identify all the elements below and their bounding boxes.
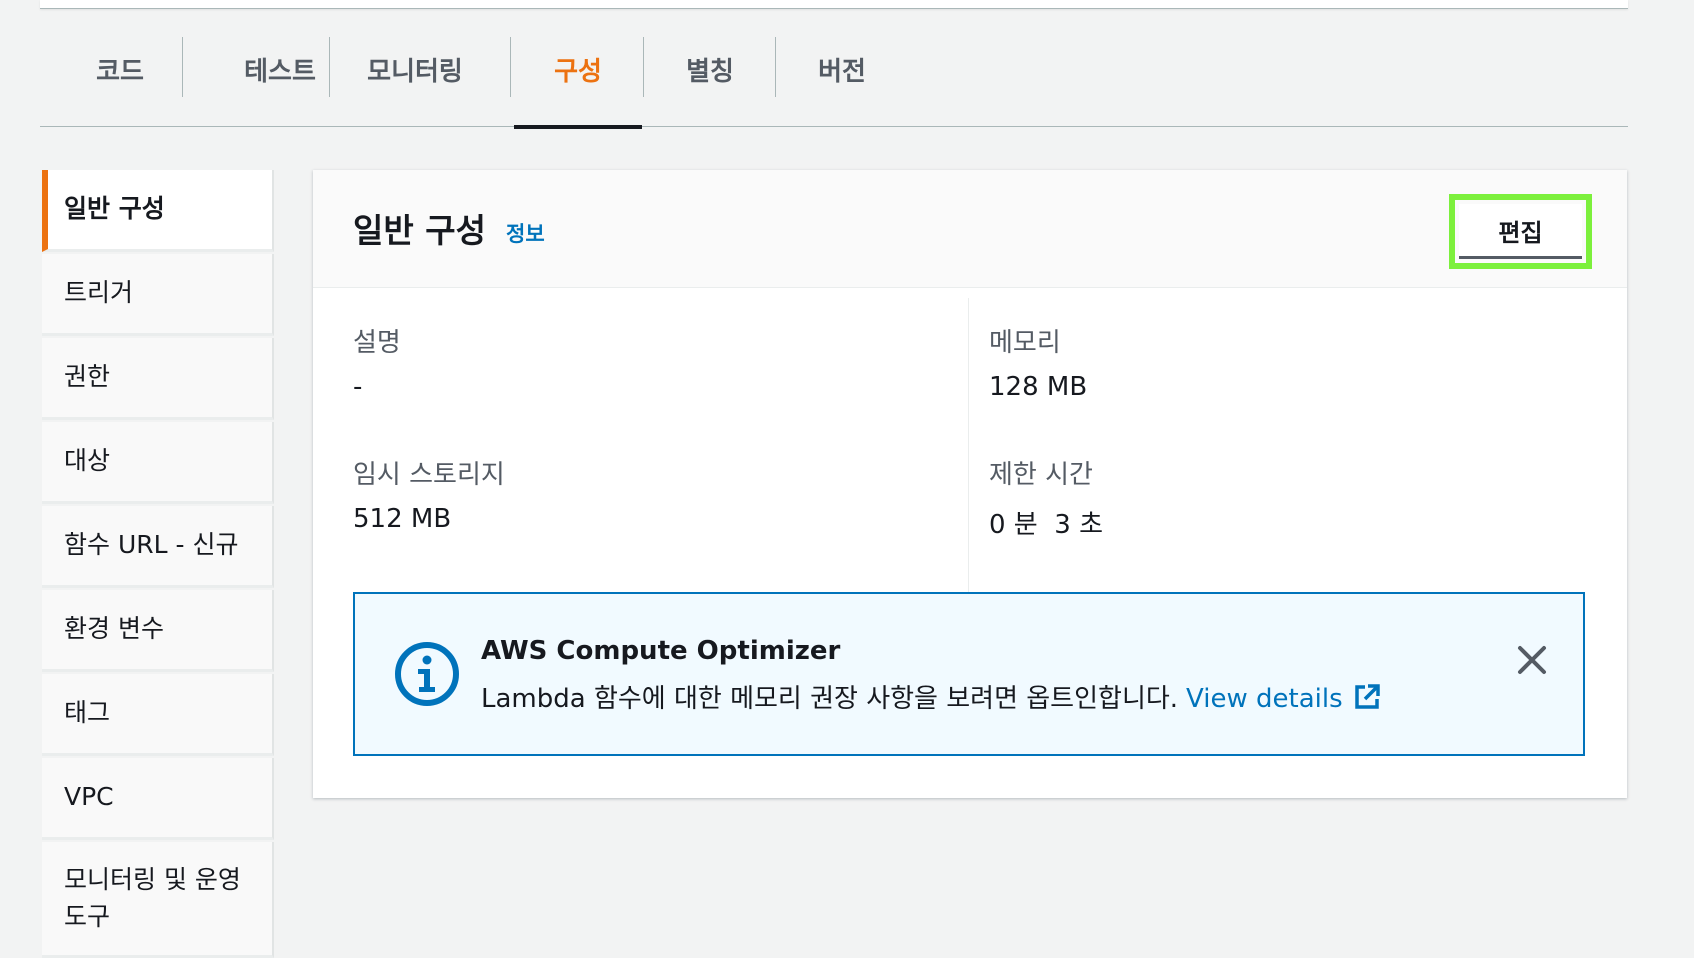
edit-button[interactable]: 편집 xyxy=(1459,204,1582,259)
description-value: - xyxy=(353,372,363,402)
alert-body: Lambda 함수에 대한 메모리 권장 사항을 보려면 옵트인합니다. View… xyxy=(481,678,1381,715)
tab-separator xyxy=(182,37,183,97)
tab-separator xyxy=(329,37,330,97)
side-item-vpc[interactable]: VPC xyxy=(42,758,274,840)
ephemeral-storage-value: 512 MB xyxy=(353,504,452,534)
edit-button-highlight: 편집 xyxy=(1449,194,1592,269)
ephemeral-storage-label: 임시 스토리지 xyxy=(353,460,505,490)
side-item-permissions[interactable]: 권한 xyxy=(42,338,274,420)
tab-bar: 코드 테스트 모니터링 구성 별칭 버전 xyxy=(40,35,1628,129)
alert-title: AWS Compute Optimizer xyxy=(481,636,841,666)
tab-separator xyxy=(510,37,511,97)
tab-code[interactable]: 코드 xyxy=(70,35,170,127)
external-link-icon xyxy=(1354,684,1380,709)
side-item-env-vars[interactable]: 환경 변수 xyxy=(42,590,274,672)
tab-aliases[interactable]: 별칭 xyxy=(645,35,775,127)
side-item-monitoring-tools[interactable]: 모니터링 및 운영 도구 xyxy=(42,842,274,958)
memory-value: 128 MB xyxy=(989,372,1088,402)
side-item-tags[interactable]: 태그 xyxy=(42,674,274,756)
side-item-general[interactable]: 일반 구성 xyxy=(42,170,274,252)
tab-versions[interactable]: 버전 xyxy=(777,35,907,127)
tab-separator xyxy=(643,37,644,97)
memory-label: 메모리 xyxy=(989,328,1061,358)
description-label: 설명 xyxy=(353,328,401,358)
tab-separator xyxy=(775,37,776,97)
alert-message: Lambda 함수에 대한 메모리 권장 사항을 보려면 옵트인합니다. xyxy=(481,684,1179,714)
panel-header: 일반 구성 정보 편집 xyxy=(313,170,1627,288)
tab-configuration[interactable]: 구성 xyxy=(514,35,642,129)
view-details-link[interactable]: View details xyxy=(1186,684,1381,714)
close-icon[interactable] xyxy=(1510,638,1554,682)
side-item-monitoring-tools-line2: 도구 xyxy=(64,901,111,931)
compute-optimizer-alert: AWS Compute Optimizer Lambda 함수에 대한 메모리 … xyxy=(353,592,1585,756)
side-item-function-url[interactable]: 함수 URL - 신규 xyxy=(42,506,274,588)
side-item-triggers[interactable]: 트리거 xyxy=(42,254,274,336)
panel-title: 일반 구성 xyxy=(353,211,486,250)
top-panel-edge xyxy=(40,0,1628,9)
side-item-destinations[interactable]: 대상 xyxy=(42,422,274,504)
side-item-monitoring-tools-line1: 모니터링 및 운영 xyxy=(64,865,241,895)
tab-monitoring[interactable]: 모니터링 xyxy=(332,35,498,127)
info-icon xyxy=(395,642,459,706)
general-config-panel: 일반 구성 정보 편집 설명 - 메모리 128 MB 임시 스토리지 512 … xyxy=(313,170,1627,798)
timeout-label: 제한 시간 xyxy=(989,460,1093,490)
timeout-value: 0 분 3 초 xyxy=(989,510,1103,540)
view-details-label: View details xyxy=(1186,684,1343,714)
info-link[interactable]: 정보 xyxy=(506,218,545,248)
